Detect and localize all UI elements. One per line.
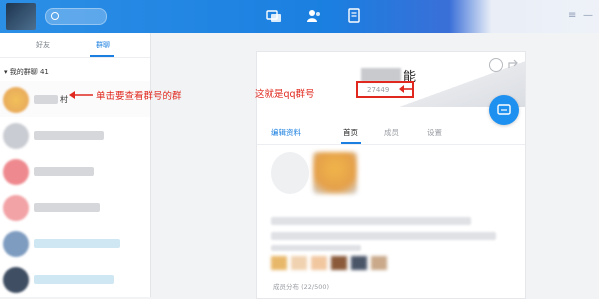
group-intro-line: [271, 217, 471, 225]
arrow-left-annotation: [69, 91, 93, 99]
sidebar-tabs: 好友 群聊: [0, 33, 150, 58]
minimize-icon[interactable]: —: [583, 10, 593, 21]
annotation-click-group: 单击要查看群号的群: [96, 91, 182, 102]
message-icon[interactable]: [266, 8, 282, 24]
tab-friends[interactable]: 好友: [36, 40, 50, 50]
member-avatar[interactable]: [311, 256, 327, 270]
member-avatar[interactable]: [331, 256, 347, 270]
tab-active-indicator: [341, 142, 361, 144]
group-item[interactable]: [0, 153, 150, 189]
group-avatar: [3, 159, 29, 185]
group-intro-line: [271, 245, 361, 251]
annotation-group-number: 这就是qq群号: [255, 89, 315, 100]
group-name: [34, 95, 58, 104]
group-title-blur: [361, 68, 401, 82]
tab-active-indicator: [90, 55, 114, 57]
profile-tabs: 编辑资料 首页 成员 设置: [257, 122, 525, 145]
tab-members[interactable]: 成员: [384, 127, 399, 138]
group-avatar: [3, 87, 29, 113]
group-avatar: [3, 195, 29, 221]
group-avatar: [3, 123, 29, 149]
group-avatar: [3, 231, 29, 257]
info-icon[interactable]: [489, 58, 503, 72]
member-avatar[interactable]: [271, 256, 287, 270]
member-avatar[interactable]: [351, 256, 367, 270]
group-name: [34, 203, 100, 212]
arrow-highlight-annotation: [399, 85, 413, 93]
group-photo[interactable]: [313, 152, 357, 194]
tab-groups[interactable]: 群聊: [96, 40, 110, 50]
group-name: [34, 167, 94, 176]
menu-icon[interactable]: ≡: [568, 10, 576, 21]
top-bar: ≡ —: [0, 0, 599, 33]
apps-icon[interactable]: [346, 8, 362, 24]
group-intro-line: [271, 232, 496, 240]
sidebar: 好友 群聊 ▾ 我的群聊 41 村: [0, 33, 151, 297]
group-item[interactable]: [0, 225, 150, 261]
group-item[interactable]: [0, 261, 150, 297]
group-name: [34, 239, 120, 248]
member-avatar[interactable]: [371, 256, 387, 270]
members-count: 成员分布 (22/500): [273, 283, 330, 291]
message-button[interactable]: [489, 95, 519, 125]
user-avatar[interactable]: [6, 3, 36, 30]
contacts-icon[interactable]: [306, 8, 322, 24]
chat-icon: [497, 104, 511, 115]
tab-home[interactable]: 首页: [343, 127, 358, 138]
group-photo-placeholder[interactable]: [271, 152, 309, 194]
share-icon[interactable]: [507, 58, 519, 70]
group-list-header[interactable]: ▾ 我的群聊 41: [4, 67, 49, 77]
group-name: [34, 131, 104, 140]
group-name: [34, 275, 114, 284]
search-icon: [51, 12, 59, 20]
group-avatar: [3, 267, 29, 293]
group-item[interactable]: [0, 117, 150, 153]
group-item[interactable]: [0, 189, 150, 225]
member-avatar[interactable]: [291, 256, 307, 270]
edit-profile-link[interactable]: 编辑资料: [271, 127, 301, 138]
search-box[interactable]: [45, 8, 107, 25]
tab-settings[interactable]: 设置: [427, 127, 442, 138]
group-name-suffix: 村: [60, 95, 68, 104]
